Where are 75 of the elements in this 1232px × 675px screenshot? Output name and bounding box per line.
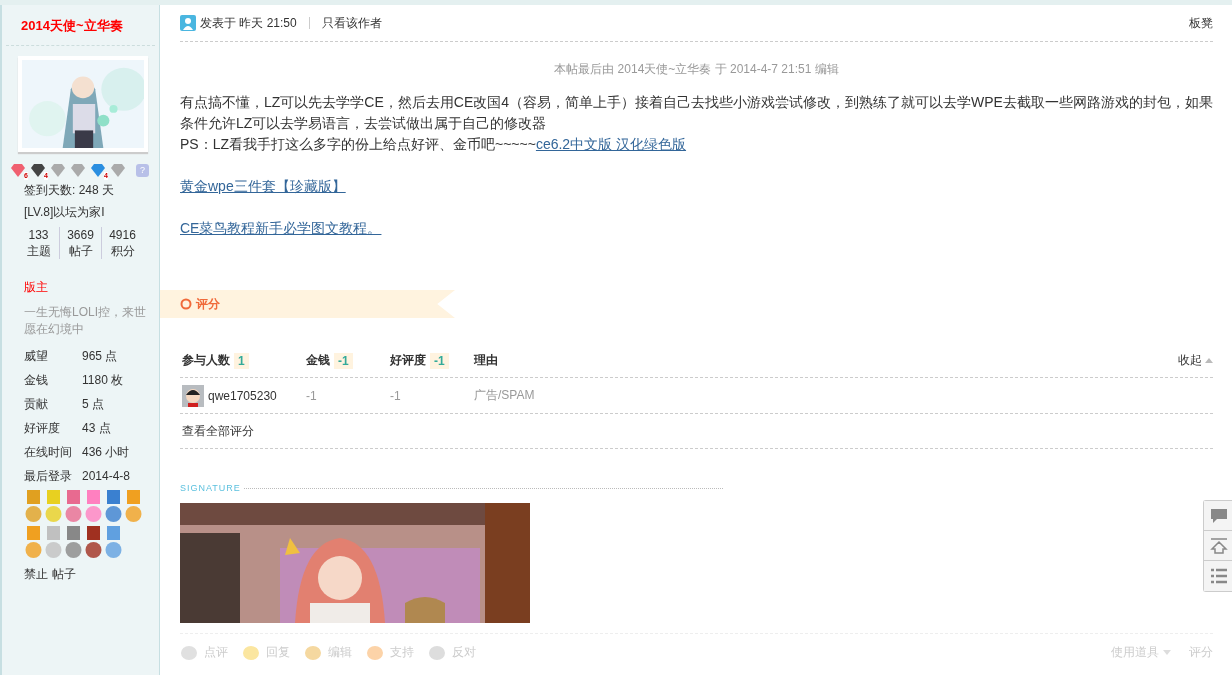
column-heading: 理由 bbox=[474, 352, 498, 369]
column-heading: 金钱 bbox=[306, 352, 330, 369]
stat-value[interactable]: 4916 bbox=[109, 227, 136, 243]
profile-label: 最后登录 bbox=[24, 468, 73, 485]
medal-icon bbox=[104, 490, 123, 524]
profile-value: 2014-4-8 bbox=[82, 468, 131, 485]
speech-bubble-icon bbox=[1210, 507, 1228, 524]
table-cell-text: -1 bbox=[306, 388, 318, 403]
action-icon bbox=[180, 644, 198, 661]
medal-icon bbox=[84, 490, 103, 524]
profile-label: 威望 bbox=[24, 348, 49, 365]
stat-label: 主题 bbox=[26, 243, 51, 259]
medal-icon bbox=[44, 490, 63, 524]
post-text: PS：LZ看我手打这么多字的份上给点好评、金币吧~~~~~ bbox=[180, 136, 536, 152]
profile-label: 在线时间 bbox=[24, 444, 73, 461]
medal-icon bbox=[84, 526, 103, 560]
user-motto: 一生无悔LOLI控，来世愿在幻境中 bbox=[23, 304, 147, 338]
action-icon bbox=[428, 644, 446, 661]
author-only-link[interactable]: 只看该作者 bbox=[321, 14, 382, 32]
post-time: 发表于 昨天 21:50 bbox=[200, 14, 297, 32]
action-icon bbox=[242, 644, 260, 661]
view-all-link[interactable]: 查看全部评分 bbox=[182, 422, 254, 440]
stat-value[interactable]: 133 bbox=[28, 227, 49, 243]
medal-icon bbox=[104, 526, 123, 560]
author-name[interactable]: 2014天使~立华奏 bbox=[6, 5, 155, 46]
medal-icon bbox=[64, 490, 83, 524]
table-cell: 广告/SPAM bbox=[474, 387, 535, 404]
rater-name[interactable]: qwe1705230 bbox=[208, 388, 277, 403]
medal-icon bbox=[124, 490, 143, 524]
user-icon bbox=[180, 15, 196, 31]
medal-icon bbox=[44, 526, 63, 560]
admin-link[interactable]: 帖子 bbox=[52, 566, 76, 583]
avatar-icon bbox=[182, 384, 204, 407]
column-heading: 好评度 bbox=[390, 352, 426, 369]
profile-label: 金钱 bbox=[24, 372, 49, 389]
medal-icon bbox=[24, 526, 43, 560]
list-icon bbox=[1210, 568, 1228, 584]
count-badge: -1 bbox=[430, 352, 449, 369]
checkin-days: 签到天数: 248 天 bbox=[2, 177, 159, 197]
table-cell-text: -1 bbox=[390, 388, 402, 403]
download-link[interactable]: ce6.2中文版 汉化绿色版 bbox=[535, 136, 687, 152]
column-heading: 参与人数 bbox=[182, 352, 230, 369]
medal-icon bbox=[24, 490, 43, 524]
action-icon bbox=[366, 644, 384, 661]
post-link[interactable]: 黄金wpe三件套【珍藏版】 bbox=[180, 178, 346, 194]
top-arrow-icon bbox=[1210, 537, 1228, 554]
user-role: 版主 bbox=[23, 279, 49, 296]
post-paragraph: 有点搞不懂，LZ可以先去学学CE，然后去用CE改国4（容易，简单上手）接着自己去找些小游戏尝试修改，到熟练了就可以去学WPE去截取一些网路游戏的封包，如果条件允许LZ可以去学易语言，去尝试做出属于自己的修改器 bbox=[180, 93, 1213, 133]
edit-note: 本帖最后由 2014天使~立华奏 于 2014-4-7 21:51 编辑 bbox=[553, 61, 840, 78]
user-level[interactable]: [LV.8]以坛为家I bbox=[2, 197, 159, 219]
profile-value: 436 小时 bbox=[82, 444, 130, 461]
action-icon bbox=[304, 644, 322, 661]
post-link[interactable]: CE菜鸟教程新手必学图文教程。 bbox=[180, 220, 382, 236]
caret-icon bbox=[1163, 650, 1171, 655]
medal-icon bbox=[64, 526, 83, 560]
stat-value[interactable]: 3669 bbox=[67, 227, 94, 243]
rating-title: 评分 bbox=[196, 295, 220, 313]
profile-value: 965 点 bbox=[82, 348, 118, 365]
profile-value: 5 点 bbox=[82, 396, 104, 413]
comment-button[interactable] bbox=[1204, 501, 1232, 531]
stat-label: 帖子 bbox=[68, 243, 93, 259]
admin-link[interactable]: 禁止 bbox=[24, 566, 48, 583]
profile-label: 贡献 bbox=[24, 396, 49, 413]
floor-number: 板凳 bbox=[1189, 14, 1213, 32]
caret-icon bbox=[1205, 358, 1213, 363]
gem-icon[interactable] bbox=[30, 164, 46, 177]
signature-label: SIGNATURE bbox=[180, 483, 241, 493]
stat-label: 积分 bbox=[110, 243, 135, 259]
count-badge: 1 bbox=[234, 352, 249, 369]
collapse-link[interactable]: 收起 bbox=[1178, 352, 1213, 369]
circle-icon bbox=[180, 298, 192, 310]
profile-value: 43 点 bbox=[82, 420, 111, 437]
profile-value: 1180 枚 bbox=[82, 372, 124, 389]
profile-label: 好评度 bbox=[24, 420, 61, 437]
count-badge: -1 bbox=[334, 352, 353, 369]
